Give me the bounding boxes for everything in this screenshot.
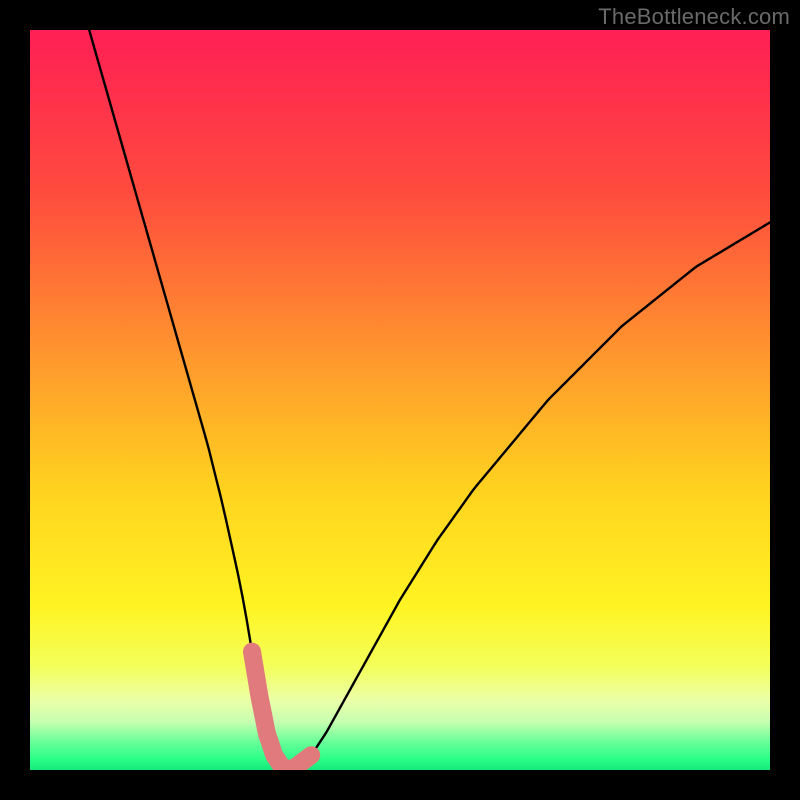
bottleneck-curve: [89, 30, 770, 770]
minimum-marker: [252, 652, 311, 770]
plot-area: [30, 30, 770, 770]
curve-layer: [30, 30, 770, 770]
watermark-text: TheBottleneck.com: [598, 4, 790, 30]
